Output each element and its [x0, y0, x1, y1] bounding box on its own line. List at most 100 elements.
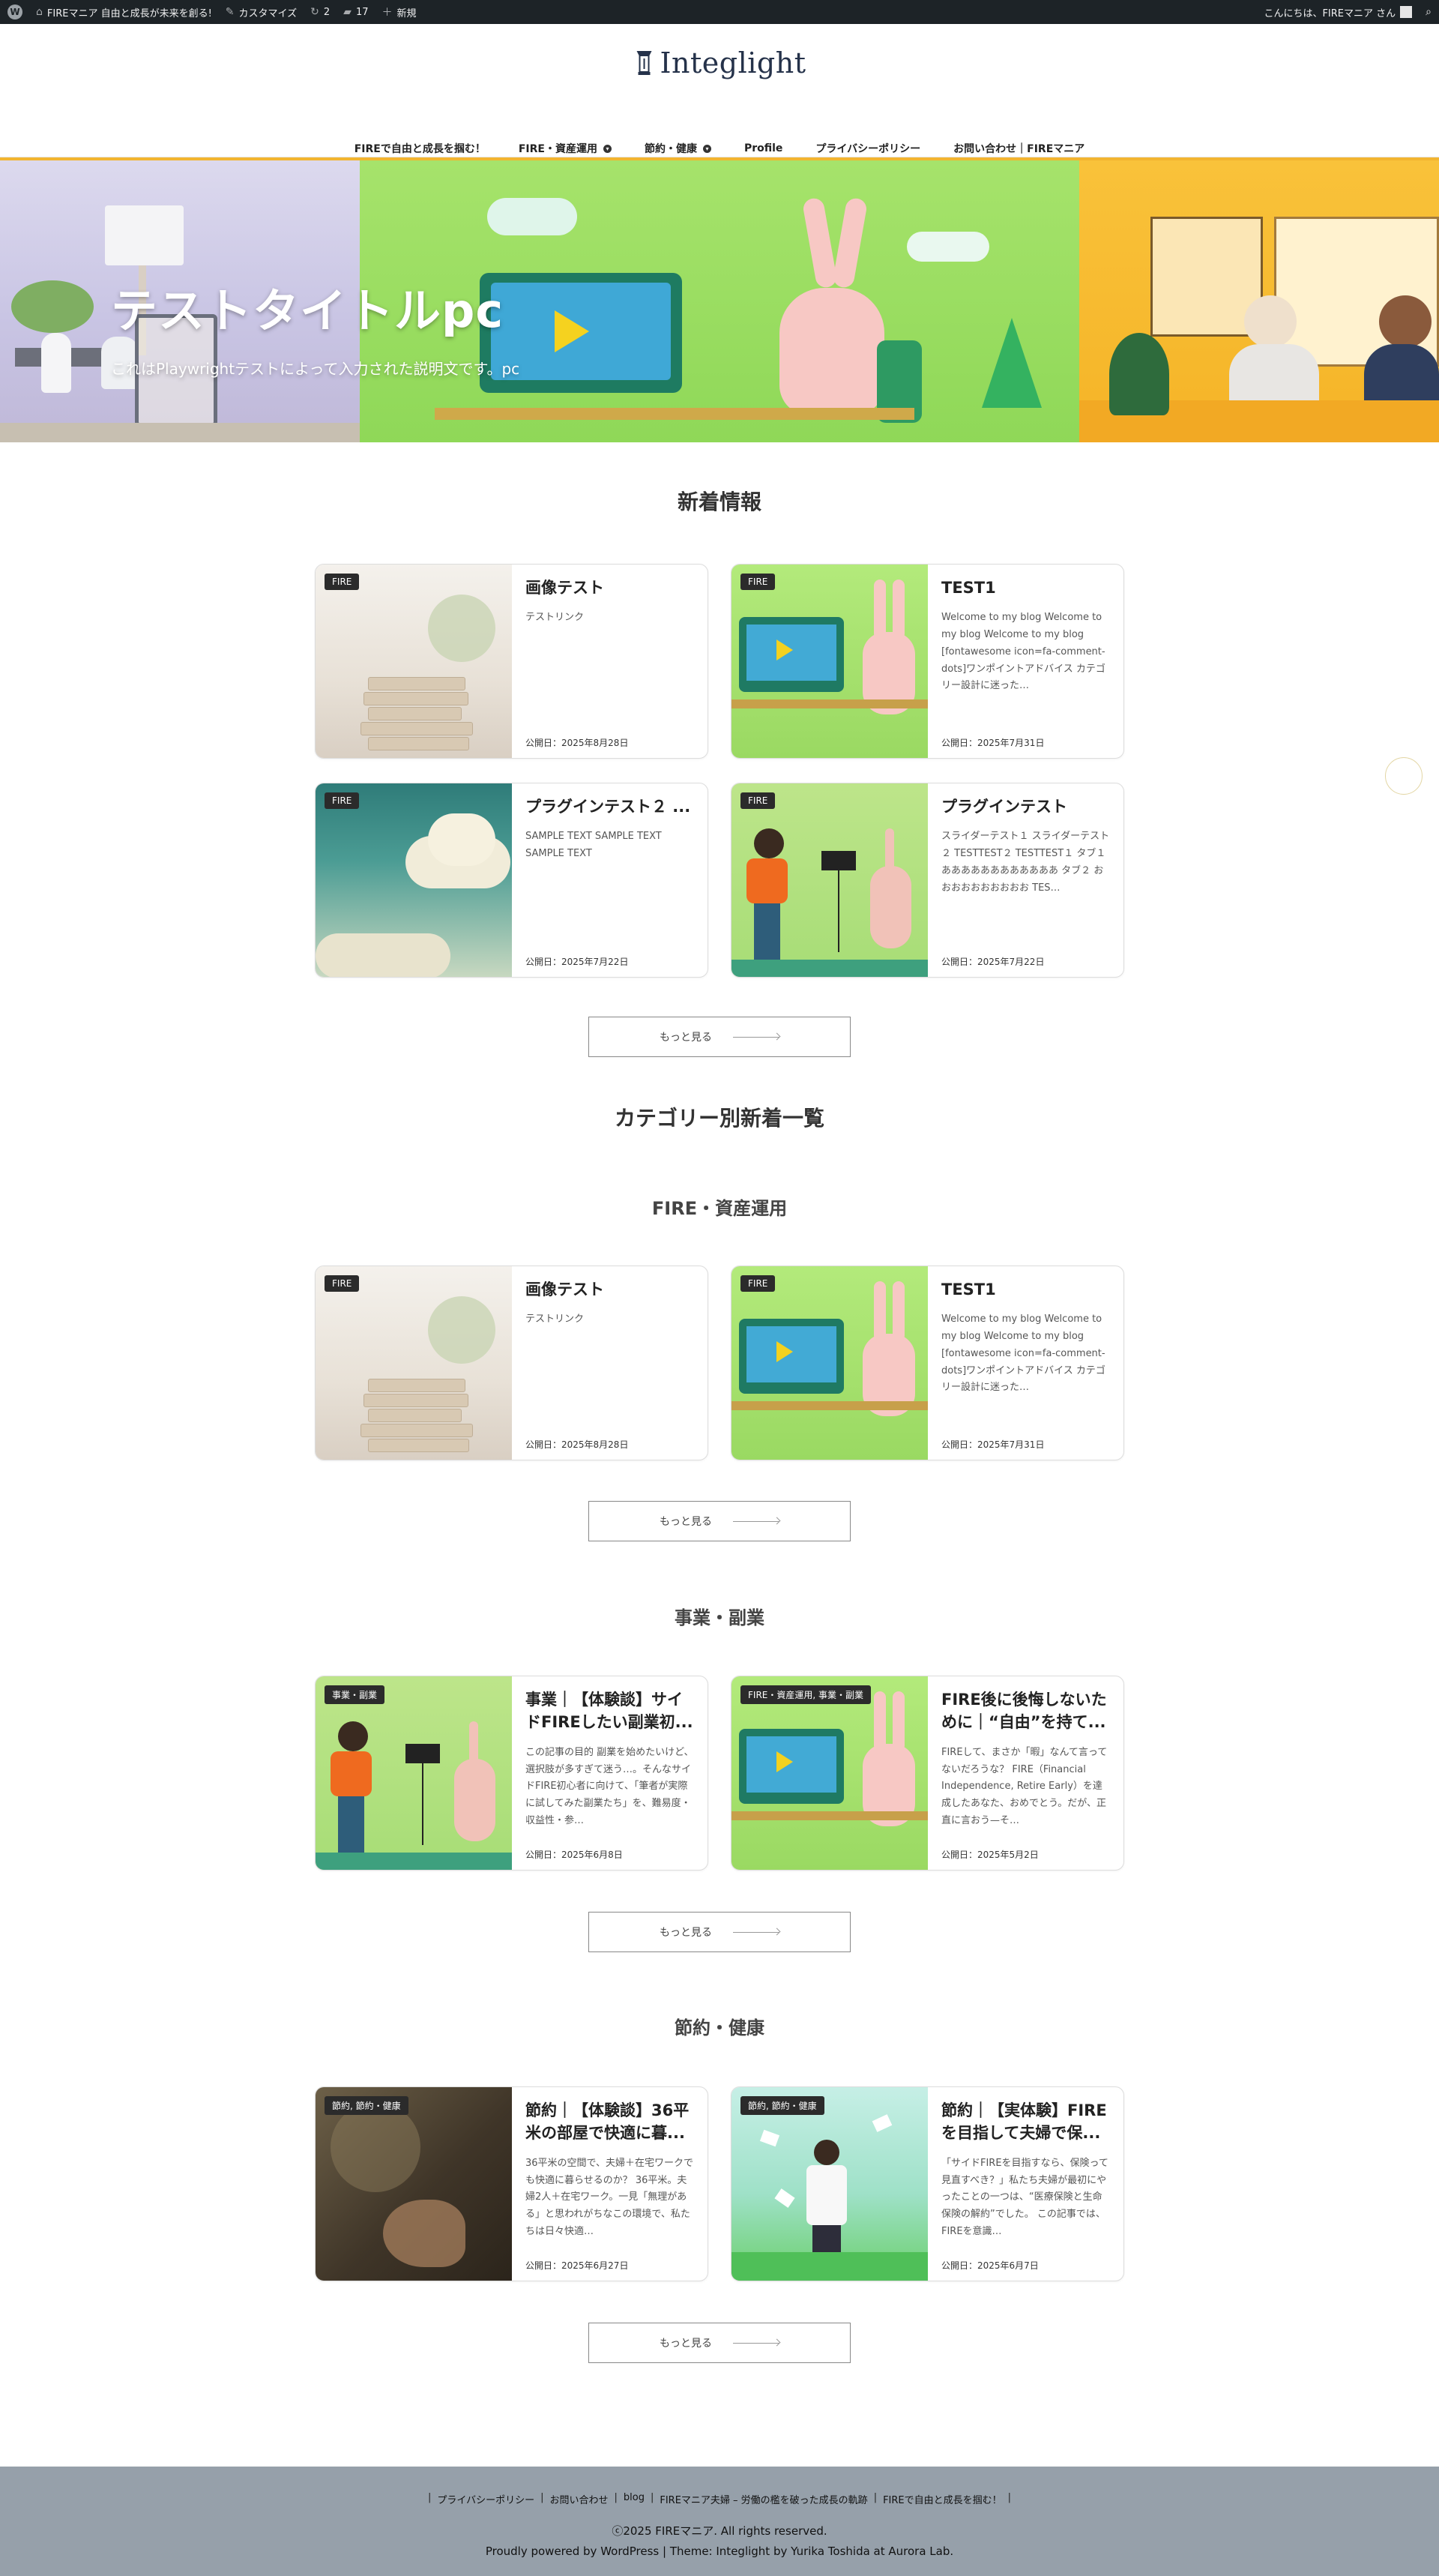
post-card[interactable]: 節約, 節約・健康 節約｜【体験談】36平米の部屋で快適に暮... 36平米の空… [315, 2086, 708, 2281]
admin-site-name: FIREマニア 自由と成長が未来を創る! [46, 7, 212, 19]
admin-site-link[interactable]: ⌂ FIREマニア 自由と成長が未来を創る! [36, 5, 212, 19]
latest-heading: 新着情報 [677, 490, 761, 514]
chevron-down-icon[interactable]: ▾ [603, 144, 612, 153]
plus-icon: ＋ [381, 7, 393, 19]
admin-customize-link[interactable]: ✎ カスタマイズ [226, 5, 297, 19]
category-badge[interactable]: 節約, 節約・健康 [325, 2096, 408, 2115]
post-card[interactable]: FIRE TEST1 Welcome to my blog Welcome to… [731, 1266, 1124, 1460]
post-thumbnail[interactable]: FIRE [316, 1266, 512, 1460]
post-card-body: TEST1 Welcome to my blog Welcome to my b… [928, 565, 1123, 758]
nav-item-saving-health[interactable]: 節約・健康 ▾ [645, 141, 711, 156]
category-grid-saving: 節約, 節約・健康 節約｜【体験談】36平米の部屋で快適に暮... 36平米の空… [315, 2086, 1124, 2281]
category-badge[interactable]: 事業・副業 [325, 1685, 385, 1704]
post-thumbnail[interactable]: FIRE [731, 783, 928, 977]
post-thumbnail[interactable]: 事業・副業 [316, 1676, 512, 1870]
nav-item-profile[interactable]: Profile [744, 141, 782, 156]
post-card[interactable]: FIRE 画像テスト テストリンク 公開日：2025年8月28日 [315, 1266, 708, 1460]
category-section-title: 事業・副業 [675, 1607, 764, 1628]
more-button-latest[interactable]: もっと見る [588, 1017, 851, 1057]
post-date: 公開日：2025年6月27日 [525, 2260, 629, 2271]
admin-account-link[interactable]: こんにちは、FIREマニア さん [1264, 5, 1413, 19]
nav-label: FIRE・資産運用 [518, 143, 597, 155]
post-date: 公開日：2025年6月7日 [941, 2260, 1039, 2271]
category-section-title: FIRE・資産運用 [651, 1198, 788, 1219]
post-thumbnail[interactable]: FIRE [731, 1266, 928, 1460]
post-card[interactable]: FIRE 画像テスト テストリンク 公開日：2025年8月28日 [315, 564, 708, 759]
more-label: もっと見る [660, 1927, 712, 1939]
admin-comments-link[interactable]: ▰ 17 [343, 6, 368, 18]
site-header: Integlight FIREで自由と成長を掴む！ FIRE・資産運用 ▾ 節約・… [0, 24, 1439, 157]
footer-link-fire[interactable]: FIREで自由と成長を掴む！ [883, 2492, 1002, 2506]
category-badge[interactable]: FIRE [325, 792, 360, 809]
post-date: 公開日：2025年7月31日 [941, 1439, 1045, 1450]
post-title[interactable]: 事業｜【体験談】サイドFIREしたい副業初... [525, 1688, 694, 1734]
hero-slider: テストタイトルpc これはPlaywrightテストによって入力された説明文です… [0, 157, 1439, 442]
post-card[interactable]: FIRE TEST1 Welcome to my blog Welcome to… [731, 564, 1124, 759]
post-thumbnail[interactable]: FIRE [316, 783, 512, 977]
post-title[interactable]: プラグインテスト２ ... [525, 795, 694, 818]
post-title[interactable]: 節約｜【実体験】FIREを目指して夫婦で保... [941, 2099, 1110, 2145]
chevron-down-icon[interactable]: ▾ [702, 144, 711, 153]
updates-count: 2 [323, 6, 331, 18]
category-badge[interactable]: FIRE・資産運用, 事業・副業 [740, 1685, 871, 1704]
post-title[interactable]: TEST1 [941, 577, 1110, 599]
footer-link-blog[interactable]: blog [624, 2492, 645, 2506]
nav-item-fire-freedom[interactable]: FIREで自由と成長を掴む！ [355, 141, 486, 156]
post-card[interactable]: FIRE プラグインテスト スライダーテスト１ スライダーテスト２ TESTTE… [731, 783, 1124, 978]
post-card[interactable]: FIRE・資産運用, 事業・副業 FIRE後に後悔しないために｜“自由”を持て.… [731, 1676, 1124, 1871]
post-date: 公開日：2025年6月8日 [525, 1850, 623, 1860]
updates-icon: ↻ [310, 6, 319, 18]
wordpress-logo-icon[interactable]: W [7, 4, 22, 19]
more-button-business[interactable]: もっと見る [588, 1912, 851, 1952]
post-thumbnail[interactable]: FIRE・資産運用, 事業・副業 [731, 1676, 928, 1870]
nav-label: Profile [743, 142, 783, 154]
post-title[interactable]: FIRE後に後悔しないために｜“自由”を持て... [941, 1688, 1110, 1734]
more-button-fire[interactable]: もっと見る [588, 1501, 851, 1541]
category-grid-fire: FIRE 画像テスト テストリンク 公開日：2025年8月28日 FIRE TE… [315, 1266, 1124, 1460]
category-section-title: 節約・健康 [675, 2017, 764, 2038]
nav-item-contact[interactable]: お問い合わせ｜FIREマニア [953, 141, 1084, 156]
category-badge[interactable]: FIRE [325, 1275, 360, 1292]
page-top-button[interactable] [1385, 757, 1423, 795]
category-badge[interactable]: FIRE [740, 574, 776, 590]
post-excerpt: この記事の目的 副業を始めたいけど、選択肢が多すぎて迷う…。そんなサイドFIRE… [525, 1746, 694, 1826]
footer-separator: | [1007, 2492, 1012, 2503]
post-card-body: FIRE後に後悔しないために｜“自由”を持て... FIREして、まさか「暇」な… [928, 1676, 1123, 1870]
footer-separator: | [650, 2492, 654, 2503]
post-title[interactable]: プラグインテスト [941, 795, 1110, 818]
category-badge[interactable]: FIRE [325, 574, 360, 590]
admin-new-link[interactable]: ＋ 新規 [382, 4, 417, 19]
post-date: 公開日：2025年7月22日 [525, 957, 629, 967]
admin-updates-link[interactable]: ↻ 2 [310, 6, 330, 18]
post-thumbnail[interactable]: 節約, 節約・健康 [731, 2087, 928, 2281]
admin-new-label: 新規 [396, 7, 417, 19]
more-button-saving[interactable]: もっと見る [588, 2323, 851, 2363]
nav-label: プライバシーポリシー [815, 143, 921, 155]
post-excerpt: FIREして、まさか「暇」なんて言ってないだろうな？ FIRE（Financia… [941, 1746, 1108, 1826]
footer-link-privacy[interactable]: プライバシーポリシー [437, 2492, 534, 2506]
post-card[interactable]: 節約, 節約・健康 節約｜【実体験】FIREを目指して夫婦で保... 「サイドF… [731, 2086, 1124, 2281]
post-title[interactable]: 画像テスト [525, 577, 694, 599]
site-logo[interactable]: Integlight [633, 46, 806, 79]
category-badge[interactable]: 節約, 節約・健康 [740, 2096, 824, 2115]
nav-item-fire-investment[interactable]: FIRE・資産運用 ▾ [519, 141, 612, 156]
footer-separator: | [614, 2492, 618, 2503]
post-thumbnail[interactable]: FIRE [731, 565, 928, 758]
comment-icon: ▰ [343, 6, 352, 18]
post-thumbnail[interactable]: 節約, 節約・健康 [316, 2087, 512, 2281]
footer-link-about[interactable]: FIREマニア夫婦 – 労働の檻を破った成長の軌跡 [660, 2492, 867, 2506]
post-title[interactable]: 節約｜【体験談】36平米の部屋で快適に暮... [525, 2099, 694, 2145]
site-footer: | プライバシーポリシー | お問い合わせ | blog | FIREマニア夫婦… [0, 2467, 1439, 2576]
post-title[interactable]: TEST1 [941, 1278, 1110, 1301]
post-title[interactable]: 画像テスト [525, 1278, 694, 1301]
search-icon[interactable]: ⌕ [1426, 6, 1432, 18]
post-thumbnail[interactable]: FIRE [316, 565, 512, 758]
category-badge[interactable]: FIRE [740, 1275, 776, 1292]
nav-item-privacy[interactable]: プライバシーポリシー [815, 141, 920, 156]
footer-link-contact[interactable]: お問い合わせ [549, 2492, 608, 2506]
more-label: もっと見る [660, 2338, 712, 2350]
post-card[interactable]: 事業・副業 事業｜【体験談】サイドFIREしたい副業初... この記事の目的 副… [315, 1676, 708, 1871]
post-card[interactable]: FIRE プラグインテスト２ ... SAMPLE TEXT SAMPLE TE… [315, 783, 708, 978]
category-badge[interactable]: FIRE [740, 792, 776, 809]
copyright-text: ⓒ2025 FIREマニア. All rights reserved. [612, 2524, 827, 2538]
